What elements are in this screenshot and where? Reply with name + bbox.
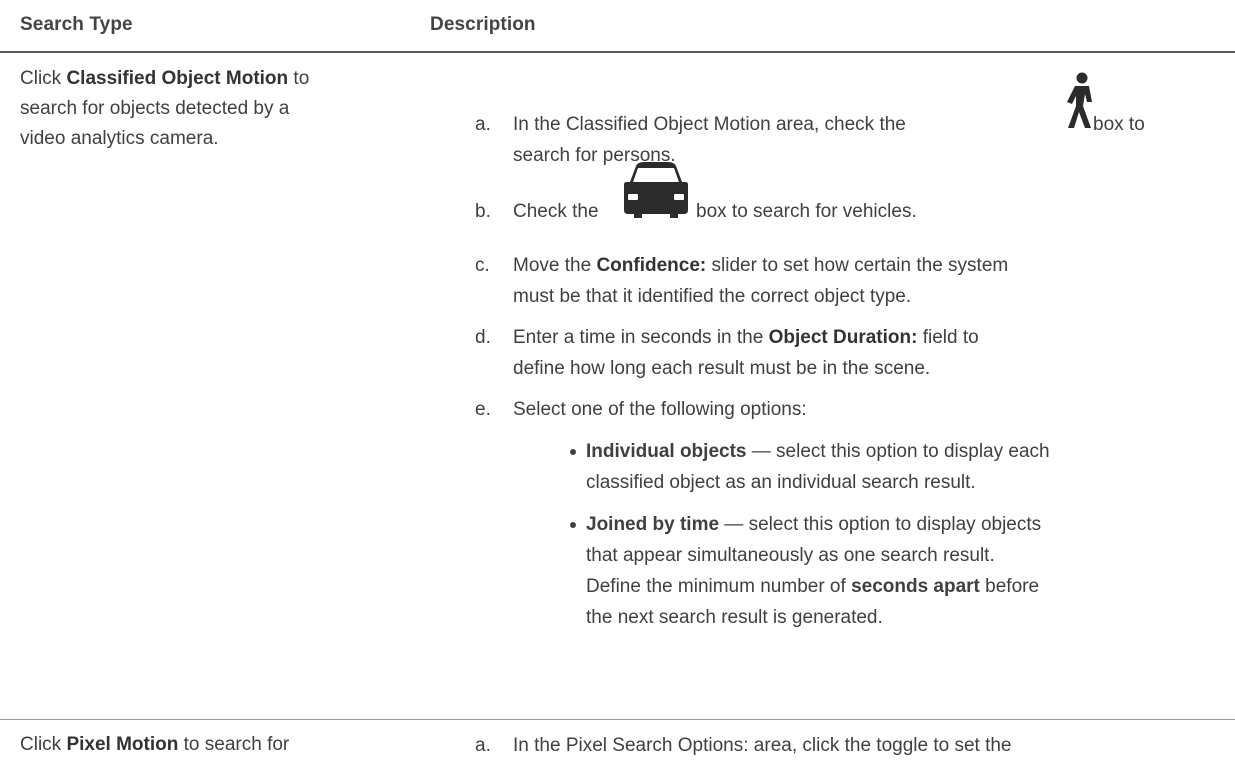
step-body: Check the box to search for vehicles. — [513, 196, 1215, 227]
search-type-name: Pixel Motion — [66, 734, 179, 755]
search-type-cell-pixel: Click Pixel Motion to search for — [20, 730, 410, 760]
step-marker: d. — [475, 327, 491, 348]
step-e: e. Select one of the following options: — [475, 394, 1215, 425]
row-divider — [0, 719, 1235, 720]
search-type-prefix: Click — [20, 68, 67, 89]
seconds-apart-label: seconds apart — [851, 576, 980, 597]
step-b: b. Check the box to search for vehicles. — [475, 196, 1215, 227]
option-individual-objects: Individual objects — select this option … — [570, 436, 1220, 498]
person-walking-icon — [1067, 72, 1092, 128]
pixel-step-a: a. In the Pixel Search Options: area, cl… — [475, 730, 1215, 761]
step-text: box to search for vehicles. — [696, 201, 917, 222]
table-header: Search Type Description — [0, 0, 1235, 53]
search-type-table: Search Type Description Click Classified… — [0, 0, 1235, 764]
search-type-line: Click Classified Object Motion to — [20, 64, 410, 94]
step-text: slider to set how certain the system — [706, 255, 1009, 276]
option-line: Individual objects — select this option … — [586, 436, 1220, 467]
option-line: Joined by time — select this option to d… — [586, 509, 1220, 540]
bullet-dot — [570, 522, 576, 528]
step-text: In the Classified Object Motion area, ch… — [513, 114, 906, 135]
option-text: Define the minimum number of — [586, 576, 852, 597]
step-line: define how long each result must be in t… — [513, 358, 931, 379]
option-line: that appear simultaneously as one search… — [586, 545, 995, 566]
step-text: Check the — [513, 201, 599, 222]
step-body: Select one of the following options: — [513, 399, 807, 420]
search-type-suffix: to search for — [178, 734, 290, 755]
header-search-type: Search Type — [20, 14, 133, 35]
option-line: classified object as an individual searc… — [586, 472, 976, 493]
step-line: search for persons. — [513, 145, 676, 166]
step-a: a. In the Classified Object Motion area,… — [475, 109, 1215, 171]
step-text: Move the — [513, 255, 597, 276]
option-line: Define the minimum number of seconds apa… — [586, 571, 1220, 602]
option-line: the next search result is generated. — [586, 607, 883, 628]
search-type-suffix: to — [288, 68, 310, 89]
option-text: before — [979, 576, 1040, 597]
option-text: — select this option to display objects — [719, 514, 1042, 535]
option-name: Individual objects — [586, 441, 747, 462]
search-type-cell-classified: Click Classified Object Motion to search… — [20, 64, 410, 154]
step-marker: b. — [475, 201, 491, 222]
search-type-line: video analytics camera. — [20, 128, 219, 149]
step-marker: a. — [475, 114, 491, 135]
step-marker: e. — [475, 399, 491, 420]
search-type-line: search for objects detected by a — [20, 98, 290, 119]
confidence-label: Confidence: — [596, 255, 707, 276]
header-description: Description — [430, 14, 536, 35]
step-text: field to — [917, 327, 979, 348]
search-type-prefix: Click — [20, 734, 67, 755]
option-text: — select this option to display each — [746, 441, 1050, 462]
search-type-line: Click Pixel Motion to search for — [20, 730, 410, 760]
step-line: Enter a time in seconds in the Object Du… — [513, 322, 1215, 353]
search-type-name: Classified Object Motion — [66, 68, 289, 89]
option-body: Joined by time — select this option to d… — [586, 509, 1220, 633]
step-line: In the Classified Object Motion area, ch… — [513, 109, 1215, 140]
car-icon — [624, 162, 688, 218]
step-marker: c. — [475, 255, 490, 276]
step-line: must be that it identified the correct o… — [513, 286, 912, 307]
bullet-dot — [570, 449, 576, 455]
step-line: Move the Confidence: slider to set how c… — [513, 250, 1215, 281]
step-body: Enter a time in seconds in the Object Du… — [513, 322, 1215, 384]
option-joined-by-time: Joined by time — select this option to d… — [570, 509, 1220, 633]
step-c: c. Move the Confidence: slider to set ho… — [475, 250, 1215, 312]
option-body: Individual objects — select this option … — [586, 436, 1220, 498]
step-d: d. Enter a time in seconds in the Object… — [475, 322, 1215, 384]
object-duration-label: Object Duration: — [768, 327, 918, 348]
step-marker: a. — [475, 735, 491, 756]
step-body: Move the Confidence: slider to set how c… — [513, 250, 1215, 312]
step-body: In the Classified Object Motion area, ch… — [513, 109, 1215, 171]
step-text: Enter a time in seconds in the — [513, 327, 769, 348]
step-body: In the Pixel Search Options: area, click… — [513, 735, 1012, 756]
option-name: Joined by time — [586, 514, 720, 535]
